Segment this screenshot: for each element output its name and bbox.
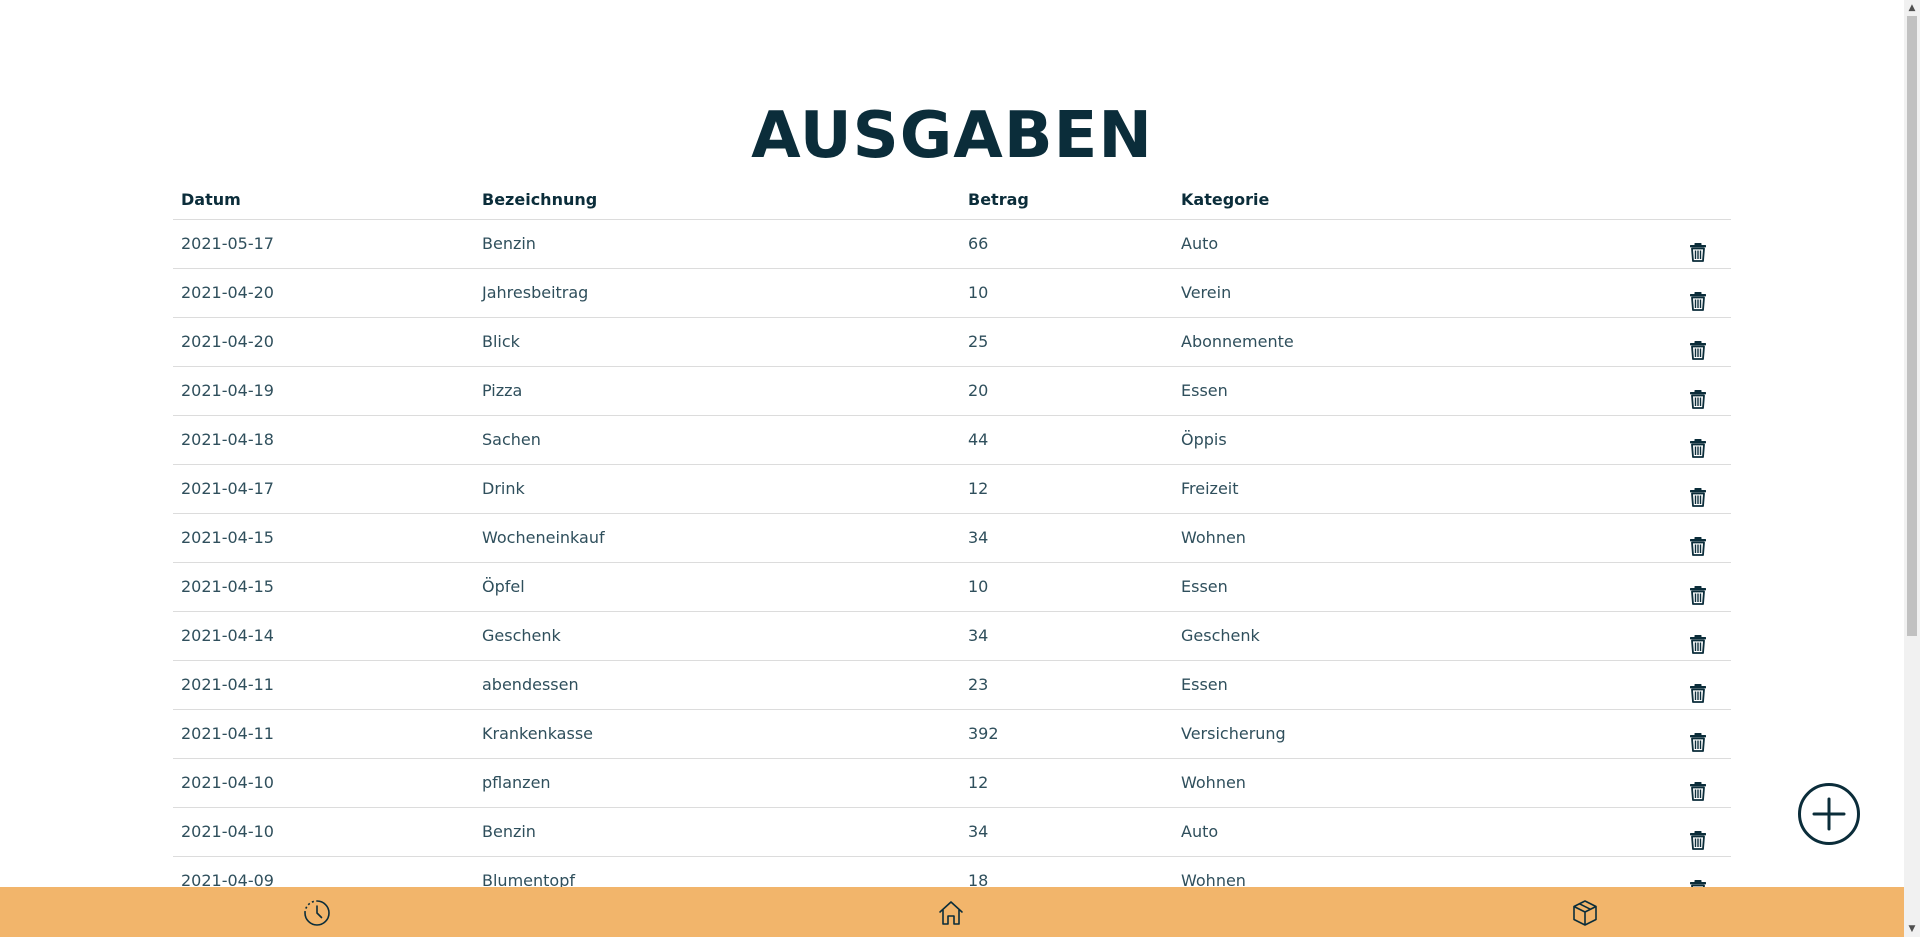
table-row: 2021-04-10 Benzin 34 Auto xyxy=(173,808,1731,857)
delete-button[interactable] xyxy=(1687,773,1709,801)
cell-betrag: 12 xyxy=(968,479,989,498)
cell-bezeichnung: Öpfel xyxy=(482,577,525,596)
delete-button[interactable] xyxy=(1687,381,1709,409)
cell-bezeichnung: Geschenk xyxy=(482,626,561,645)
table-row: 2021-04-11 abendessen 23 Essen xyxy=(173,661,1731,710)
column-header-datum[interactable]: Datum xyxy=(181,183,241,217)
delete-button[interactable] xyxy=(1687,430,1709,458)
cell-betrag: 10 xyxy=(968,283,989,302)
table-row: 2021-04-18 Sachen 44 Öppis xyxy=(173,416,1731,465)
scrollbar-thumb[interactable] xyxy=(1907,16,1917,636)
cell-kategorie: Essen xyxy=(1181,675,1228,694)
table-row: 2021-04-15 Öpfel 10 Essen xyxy=(173,563,1731,612)
cell-betrag: 34 xyxy=(968,528,989,547)
cell-betrag: 66 xyxy=(968,234,989,253)
column-header-betrag[interactable]: Betrag xyxy=(968,183,1029,217)
nav-home-button[interactable] xyxy=(936,898,966,928)
delete-button[interactable] xyxy=(1687,675,1709,703)
cell-bezeichnung: Benzin xyxy=(482,822,536,841)
cell-datum: 2021-04-19 xyxy=(181,381,274,400)
cell-kategorie: Wohnen xyxy=(1181,773,1246,792)
cell-kategorie: Auto xyxy=(1181,234,1219,253)
cell-bezeichnung: Drink xyxy=(482,479,525,498)
cell-datum: 2021-04-14 xyxy=(181,626,274,645)
cell-datum: 2021-04-20 xyxy=(181,332,274,351)
cell-bezeichnung: abendessen xyxy=(482,675,579,694)
cell-datum: 2021-04-10 xyxy=(181,773,274,792)
table-row: 2021-05-17 Benzin 66 Auto xyxy=(173,220,1731,269)
cell-kategorie: Abonnemente xyxy=(1181,332,1294,351)
cell-kategorie: Geschenk xyxy=(1181,626,1260,645)
delete-button[interactable] xyxy=(1687,528,1709,556)
cell-datum: 2021-04-11 xyxy=(181,675,274,694)
page-title: AUSGABEN xyxy=(751,99,1153,173)
column-header-kategorie[interactable]: Kategorie xyxy=(1181,183,1269,217)
cell-bezeichnung: Krankenkasse xyxy=(482,724,593,743)
table-row: 2021-04-10 pflanzen 12 Wohnen xyxy=(173,759,1731,808)
scroll-down-arrow-icon[interactable]: ▼ xyxy=(1904,921,1920,937)
cell-kategorie: Freizeit xyxy=(1181,479,1239,498)
nav-box-button[interactable] xyxy=(1570,898,1600,928)
cell-datum: 2021-04-17 xyxy=(181,479,274,498)
table-row: 2021-04-14 Geschenk 34 Geschenk xyxy=(173,612,1731,661)
box-icon xyxy=(1573,900,1597,926)
scroll-up-arrow-icon[interactable]: ▲ xyxy=(1904,0,1920,16)
nav-history-button[interactable] xyxy=(302,898,332,928)
cell-bezeichnung: Wocheneinkauf xyxy=(482,528,605,547)
expenses-table: Datum Bezeichnung Betrag Kategorie 2021-… xyxy=(173,183,1731,906)
cell-betrag: 10 xyxy=(968,577,989,596)
column-header-bezeichnung[interactable]: Bezeichnung xyxy=(482,183,597,217)
cell-bezeichnung: Sachen xyxy=(482,430,541,449)
delete-button[interactable] xyxy=(1687,234,1709,262)
cell-bezeichnung: Jahresbeitrag xyxy=(482,283,589,302)
cell-datum: 2021-04-20 xyxy=(181,283,274,302)
cell-betrag: 44 xyxy=(968,430,989,449)
cell-betrag: 34 xyxy=(968,626,989,645)
cell-kategorie: Essen xyxy=(1181,577,1228,596)
table-row: 2021-04-19 Pizza 20 Essen xyxy=(173,367,1731,416)
bottom-navigation xyxy=(0,887,1904,937)
cell-datum: 2021-04-15 xyxy=(181,577,274,596)
vertical-scrollbar[interactable]: ▲ ▼ xyxy=(1904,0,1920,937)
plus-circle-icon xyxy=(1798,783,1860,845)
cell-kategorie: Verein xyxy=(1181,283,1232,302)
delete-button[interactable] xyxy=(1687,724,1709,752)
cell-datum: 2021-04-11 xyxy=(181,724,274,743)
cell-datum: 2021-04-15 xyxy=(181,528,274,547)
delete-button[interactable] xyxy=(1687,822,1709,850)
delete-button[interactable] xyxy=(1687,626,1709,654)
cell-kategorie: Öppis xyxy=(1181,430,1227,449)
cell-bezeichnung: Blick xyxy=(482,332,520,351)
cell-bezeichnung: pflanzen xyxy=(482,773,551,792)
home-icon xyxy=(939,901,963,925)
delete-button[interactable] xyxy=(1687,332,1709,360)
cell-bezeichnung: Pizza xyxy=(482,381,523,400)
cell-betrag: 23 xyxy=(968,675,989,694)
cell-datum: 2021-04-18 xyxy=(181,430,274,449)
cell-betrag: 25 xyxy=(968,332,989,351)
table-row: 2021-04-20 Blick 25 Abonnemente xyxy=(173,318,1731,367)
delete-button[interactable] xyxy=(1687,577,1709,605)
cell-datum: 2021-05-17 xyxy=(181,234,274,253)
add-expense-button[interactable] xyxy=(1797,782,1861,846)
cell-kategorie: Essen xyxy=(1181,381,1228,400)
cell-betrag: 20 xyxy=(968,381,989,400)
table-row: 2021-04-15 Wocheneinkauf 34 Wohnen xyxy=(173,514,1731,563)
table-row: 2021-04-20 Jahresbeitrag 10 Verein xyxy=(173,269,1731,318)
cell-kategorie: Auto xyxy=(1181,822,1219,841)
page: AUSGABEN Datum Bezeichnung Betrag Katego… xyxy=(0,0,1904,937)
cell-kategorie: Versicherung xyxy=(1181,724,1286,743)
table-header-row: Datum Bezeichnung Betrag Kategorie xyxy=(173,183,1731,220)
table-row: 2021-04-11 Krankenkasse 392 Versicherung xyxy=(173,710,1731,759)
delete-button[interactable] xyxy=(1687,283,1709,311)
delete-button[interactable] xyxy=(1687,479,1709,507)
cell-kategorie: Wohnen xyxy=(1181,528,1246,547)
history-clock-icon xyxy=(304,900,330,926)
cell-betrag: 34 xyxy=(968,822,989,841)
cell-bezeichnung: Benzin xyxy=(482,234,536,253)
cell-betrag: 12 xyxy=(968,773,989,792)
cell-betrag: 392 xyxy=(968,724,999,743)
table-row: 2021-04-17 Drink 12 Freizeit xyxy=(173,465,1731,514)
cell-datum: 2021-04-10 xyxy=(181,822,274,841)
